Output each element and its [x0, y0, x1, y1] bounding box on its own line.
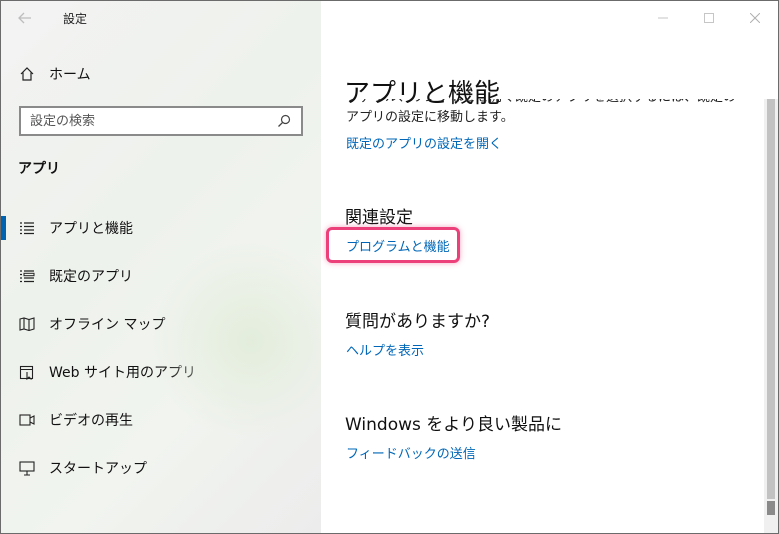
get-help-link[interactable]: ヘルプを表示	[346, 340, 424, 359]
search-box[interactable]	[19, 106, 303, 136]
search-icon[interactable]	[273, 114, 295, 128]
close-icon	[750, 13, 760, 23]
question-heading: 質問がありますか?	[345, 312, 491, 332]
sidebar: 設定 ホーム アプリ	[1, 1, 351, 533]
programs-and-features-link[interactable]: プログラムと機能	[346, 236, 450, 255]
video-playback-icon	[17, 410, 37, 430]
default-apps-icon	[17, 266, 37, 286]
default-apps-settings-link[interactable]: 既定のアプリの設定を開く	[346, 133, 502, 152]
scroll-content: ファイル、リンクなどを開く既定のアプリを選択するには、既定のアプリの設定に移動し…	[321, 99, 751, 533]
sidebar-item-label: 既定のアプリ	[49, 269, 133, 285]
sidebar-item-video-playback[interactable]: ビデオの再生	[1, 396, 321, 444]
close-button[interactable]	[732, 1, 778, 35]
apps-for-websites-icon	[17, 362, 37, 382]
sidebar-item-startup[interactable]: スタートアップ	[1, 444, 321, 492]
sidebar-item-label: スタートアップ	[49, 461, 147, 477]
minimize-icon	[658, 17, 668, 19]
startup-icon	[17, 458, 37, 478]
scrollbar[interactable]	[764, 99, 778, 533]
scrollbar-thumb[interactable]	[767, 501, 775, 515]
search-input[interactable]	[21, 112, 273, 130]
settings-window: 設定 ホーム アプリ	[0, 0, 779, 534]
back-arrow-icon	[18, 12, 31, 24]
sidebar-item-apps-for-websites[interactable]: Web サイト用のアプリ	[1, 348, 321, 396]
sidebar-item-label: オフライン マップ	[49, 317, 166, 333]
sidebar-item-home[interactable]: ホーム	[17, 64, 91, 84]
send-feedback-link[interactable]: フィードバックの送信	[346, 443, 476, 462]
sidebar-nav: アプリと機能 既定のアプリ オフライン マップ Web サイト用のアプリ ビデオ…	[1, 204, 321, 492]
sidebar-item-label: ビデオの再生	[49, 413, 133, 429]
maximize-icon	[704, 13, 714, 23]
maximize-button[interactable]	[686, 1, 732, 35]
title-bar: 設定	[1, 1, 321, 35]
sidebar-item-label: アプリと機能	[49, 221, 133, 237]
window-controls	[640, 1, 778, 35]
apps-features-icon	[17, 218, 37, 238]
offline-maps-icon	[17, 314, 37, 334]
default-apps-description: ファイル、リンクなどを開く既定のアプリを選択するには、既定のアプリの設定に移動し…	[346, 99, 736, 125]
back-button[interactable]	[11, 5, 39, 31]
related-settings-heading: 関連設定	[345, 208, 413, 228]
sidebar-item-offline-maps[interactable]: オフライン マップ	[1, 300, 321, 348]
section-title: アプリ	[18, 161, 60, 177]
content-pane: アプリと機能 ファイル、リンクなどを開く既定のアプリを選択するには、既定のアプリ…	[321, 1, 778, 533]
window-title: 設定	[63, 12, 88, 26]
scrollbar-track-fill[interactable]	[767, 99, 775, 499]
improve-windows-heading: Windows をより良い製品に	[345, 415, 562, 435]
sidebar-item-apps-features[interactable]: アプリと機能	[1, 204, 321, 252]
home-icon	[17, 64, 37, 84]
minimize-button[interactable]	[640, 1, 686, 35]
sidebar-item-label: Web サイト用のアプリ	[49, 365, 196, 381]
home-label: ホーム	[49, 67, 91, 83]
sidebar-item-default-apps[interactable]: 既定のアプリ	[1, 252, 321, 300]
